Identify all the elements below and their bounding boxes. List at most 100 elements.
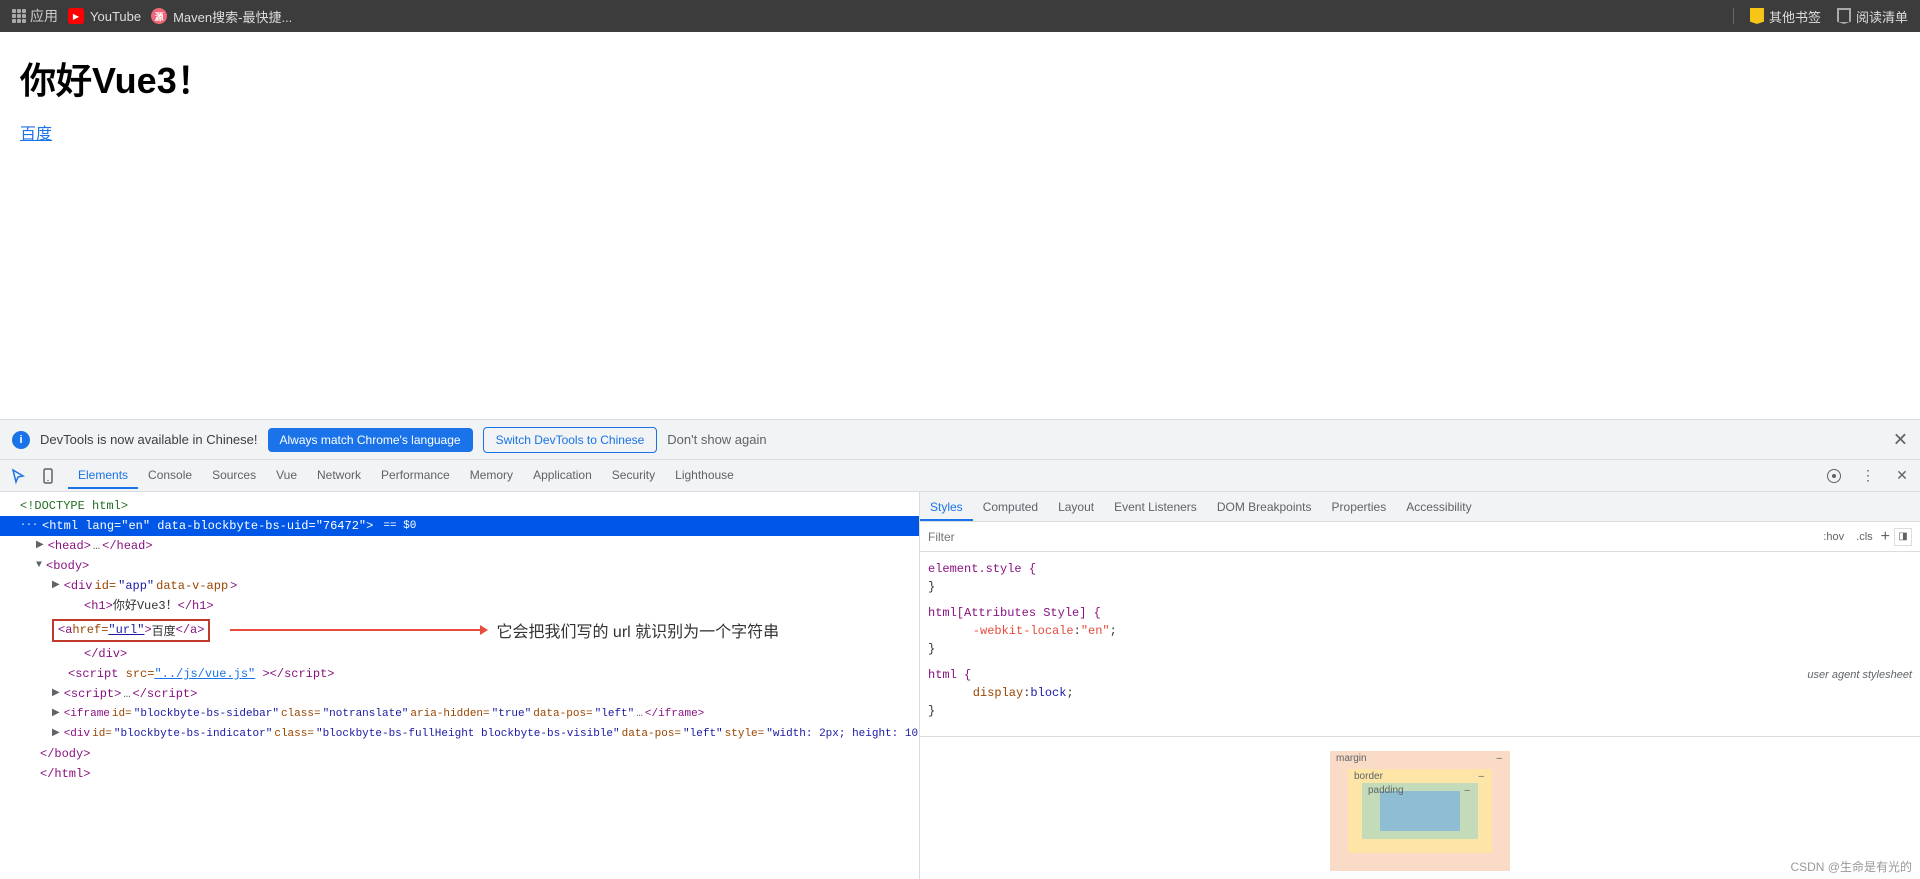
a-element-with-box[interactable]: <a href="url" > 百度 </a> 它会把我们写的 url 就识别为… [52,618,779,642]
maven-icon: 源 [151,8,167,24]
element-style-selector-line: element.style { [928,560,1912,578]
bookmarks-label: 其他书签 [1769,7,1821,26]
body-open-line[interactable]: ▼ <body> [0,556,919,576]
styles-tab-computed[interactable]: Computed [973,495,1048,521]
page-title: 你好Vue3！ [20,52,1900,104]
html-close-line[interactable]: </html> [0,764,919,784]
baidu-link[interactable]: 百度 [20,126,52,143]
html-ua-close-line: } [928,702,1912,720]
maven-tab[interactable]: 源 Maven搜索-最快捷... [151,7,292,26]
devtools-toolbar-left [4,462,62,490]
styles-tabs: Styles Computed Layout Event Listeners D… [920,492,1920,522]
iframe-line[interactable]: ▶ <iframe id="blockbyte-bs-sidebar" clas… [0,704,919,724]
close-devtools-button[interactable]: ✕ [1888,462,1916,490]
mobile-tool-button[interactable] [34,462,62,490]
html-attr-close-line: } [928,640,1912,658]
styles-panel: Styles Computed Layout Event Listeners D… [920,492,1920,879]
div-indicator-line[interactable]: ▶ <div id="blockbyte-bs-indicator" class… [0,724,919,744]
html-ua-rule: html { user agent stylesheet display : b… [928,666,1912,720]
styles-tab-accessibility[interactable]: Accessibility [1396,495,1481,521]
styles-tab-properties[interactable]: Properties [1322,495,1397,521]
reading-list[interactable]: 阅读清单 [1837,7,1908,26]
display-block-line: display : block ; [928,684,1912,702]
tab-security[interactable]: Security [602,463,665,489]
elements-panel[interactable]: <!DOCTYPE html> ··· <html lang="en" data… [0,492,920,879]
apps-label: 应用 [30,6,58,26]
dont-show-again-button[interactable]: Don't show again [667,432,766,447]
elements-panel-inner: <!DOCTYPE html> ··· <html lang="en" data… [0,492,919,788]
border-dash: – [1478,771,1484,782]
watermark: CSDN @生命是有光的 [1790,858,1912,875]
other-bookmarks[interactable]: 其他书签 [1750,7,1821,26]
add-style-btn[interactable]: + [1881,528,1890,546]
doctype-line[interactable]: <!DOCTYPE html> [0,496,919,516]
devtools-tabs-container: Elements Console Sources Vue Network Per… [68,463,1818,489]
devtools-toolbar-right: ⋮ ✕ [1820,462,1916,490]
page-content: 你好Vue3！ 百度 [0,32,1920,419]
bookmark-icon-gray [1837,8,1851,24]
devtools-notification: i DevTools is now available in Chinese! … [0,419,1920,459]
expand-styles-btn[interactable]: ◨ [1894,528,1912,546]
pseudo-buttons: :hov .cls + ◨ [1819,528,1912,546]
box-model-section: margin – border – padding – [920,736,1920,879]
html-attr-style-rule: html[Attributes Style] { -webkit-locale … [928,604,1912,658]
box-border: border – padding – [1348,769,1492,853]
hover-pseudo-btn[interactable]: :hov [1819,529,1848,545]
apps-button[interactable]: 应用 [12,6,58,26]
info-icon: i [12,431,30,449]
tab-performance[interactable]: Performance [371,463,460,489]
tab-elements[interactable]: Elements [68,463,138,489]
styles-tab-dom-breakpoints[interactable]: DOM Breakpoints [1207,495,1322,521]
box-content [1380,791,1460,831]
script-collapsed-line[interactable]: ▶ <script>…</script> [0,684,919,704]
css-rules: element.style { } html[Attributes Style]… [920,552,1920,736]
tab-memory[interactable]: Memory [460,463,523,489]
margin-dash: – [1496,753,1502,764]
border-label: border [1354,771,1383,782]
margin-label: margin [1336,753,1367,764]
annotation-text: 它会把我们写的 url 就识别为一个字符串 [496,618,779,642]
tab-lighthouse[interactable]: Lighthouse [665,463,744,489]
cls-pseudo-btn[interactable]: .cls [1852,529,1877,545]
youtube-label: YouTube [90,9,141,24]
cursor-tool-button[interactable] [4,462,32,490]
styles-tab-event-listeners[interactable]: Event Listeners [1104,495,1207,521]
box-padding: padding – [1362,783,1478,839]
tab-sources[interactable]: Sources [202,463,266,489]
tab-application[interactable]: Application [523,463,602,489]
html-element-line[interactable]: ··· <html lang="en" data-blockbyte-bs-ui… [0,516,919,536]
a-element-box: <a href="url" > 百度 </a> [52,619,210,642]
tab-network[interactable]: Network [307,463,371,489]
div-app-line[interactable]: ▶ <div id="app" data-v-app > [0,576,919,596]
element-style-rule: element.style { } [928,560,1912,596]
youtube-tab[interactable]: YouTube [68,8,141,24]
settings-button[interactable] [1820,462,1848,490]
styles-tab-styles[interactable]: Styles [920,495,973,521]
body-close-line[interactable]: </body> [0,744,919,764]
tab-console[interactable]: Console [138,463,202,489]
bookmark-icon-yellow [1750,8,1764,24]
youtube-icon [68,8,84,24]
tab-vue[interactable]: Vue [266,463,307,489]
padding-label: padding [1368,785,1404,796]
h1-line[interactable]: <h1>你好Vue3！</h1> [0,596,919,616]
div-close-line[interactable]: </div> [0,644,919,664]
arrow-head [480,625,488,635]
styles-tab-layout[interactable]: Layout [1048,495,1104,521]
script-vue-line[interactable]: <script src="../js/vue.js" ></script> [0,664,919,684]
html-attr-selector-line: html[Attributes Style] { [928,604,1912,622]
grid-icon [12,9,26,23]
element-style-close-line: } [928,578,1912,596]
styles-filter-input[interactable] [928,530,1811,544]
maven-label: Maven搜索-最快捷... [173,7,292,26]
divider [1733,8,1734,24]
close-notification-button[interactable]: ✕ [1893,429,1908,450]
browser-topbar-right: 其他书签 阅读清单 [1733,7,1908,26]
switch-devtools-button[interactable]: Switch DevTools to Chinese [483,427,658,453]
head-element-line[interactable]: ▶ <head>…</head> [0,536,919,556]
more-options-button[interactable]: ⋮ [1854,462,1882,490]
padding-dash: – [1464,785,1470,796]
styles-filter-row: :hov .cls + ◨ [920,522,1920,552]
match-language-button[interactable]: Always match Chrome's language [268,428,473,452]
annotation-arrow: 它会把我们写的 url 就识别为一个字符串 [230,618,779,642]
